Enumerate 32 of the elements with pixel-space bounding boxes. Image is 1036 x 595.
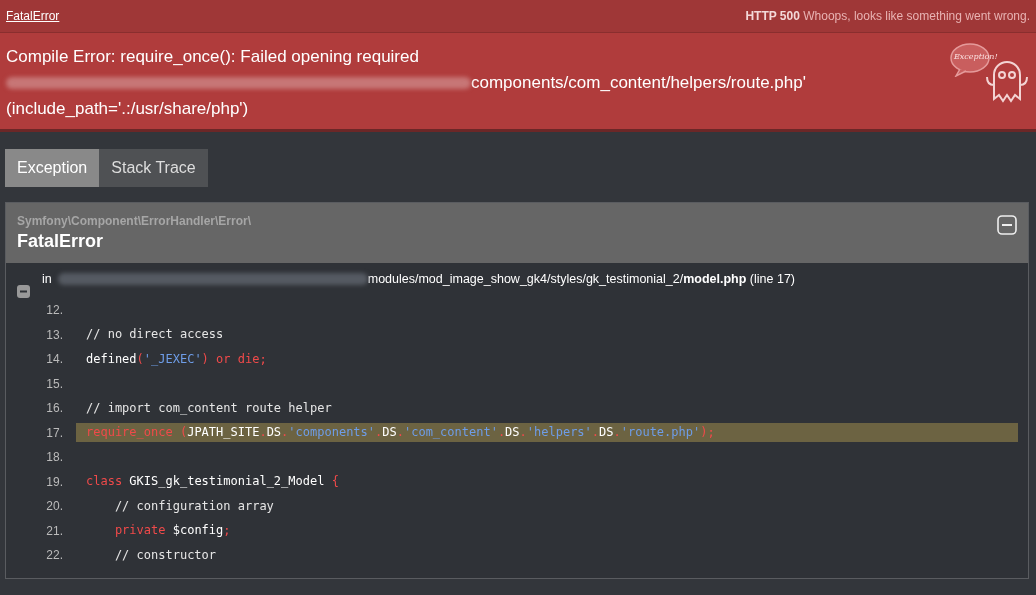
code-line: defined('_JEXEC') or die; (85, 350, 268, 368)
tab[interactable]: Stack Trace (99, 149, 208, 187)
line-number: 19. (45, 474, 64, 489)
collapse-icon[interactable] (997, 215, 1017, 235)
code-line: // configuration array (113, 497, 275, 515)
code-line: // import com_content route helper (85, 399, 333, 417)
exception-link[interactable]: FatalError (6, 9, 60, 23)
line-number: 21. (45, 523, 64, 538)
error-message: (include_path='.:/usr/share/php') (6, 98, 250, 120)
location-prefix: in (42, 272, 52, 286)
exception-namespace: Symfony\Component\ErrorHandler\Error\ (17, 214, 252, 228)
code-line: class GKIS_gk_testimonial_2_Model { (85, 473, 340, 491)
error-message: components/com_content/helpers/route.php' (471, 72, 806, 94)
line-number: 22. (45, 548, 64, 563)
line-number: 13. (45, 327, 64, 342)
status-text: HTTP 500 Whoops, looks like something went wrong. (745, 9, 1030, 23)
tab[interactable]: Exception (5, 149, 100, 187)
line-number: 15. (45, 376, 64, 391)
line-number: 14. (45, 352, 64, 367)
exception-class: FatalError (17, 231, 105, 252)
line-number: 18. (45, 450, 64, 465)
line-number: 16. (45, 401, 64, 416)
code-line: // no direct access (85, 326, 225, 344)
code-line: private $config; (113, 522, 232, 540)
line-number: 20. (45, 499, 64, 514)
error-message: Compile Error: require_once(): Failed opening required (6, 46, 420, 68)
line-number: 17. (45, 425, 64, 440)
ghost-mascot-drawing: Exception! (950, 43, 1030, 113)
file-path: modules/mod_image_show_gk4/styles/gk_testimonial_2/model.php (line 17) (367, 272, 796, 286)
collapse-icon[interactable] (17, 285, 30, 298)
line-number: 12. (45, 303, 64, 318)
code-line: // constructor (113, 546, 218, 564)
